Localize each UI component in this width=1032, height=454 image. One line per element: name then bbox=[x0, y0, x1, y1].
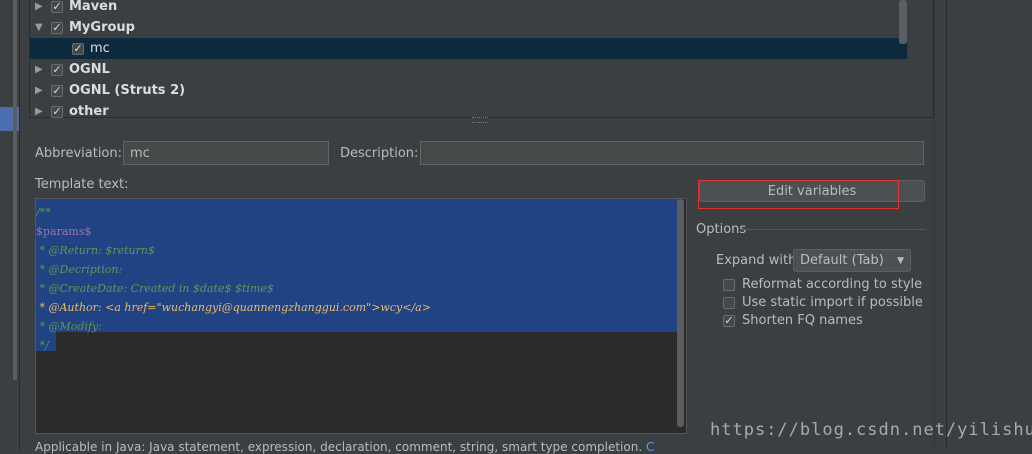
abbreviation-input[interactable] bbox=[123, 141, 329, 165]
code-line-7: * @Modify: bbox=[36, 320, 102, 333]
tree-checkbox-mygroup[interactable]: ✓ bbox=[51, 21, 63, 34]
tree-item-label: OGNL bbox=[69, 62, 110, 77]
tree-item-mc[interactable]: ✓ mc bbox=[30, 38, 907, 59]
template-text-editor[interactable]: /** $params$ * @Return: $return$ * @Decri… bbox=[35, 198, 687, 434]
shorten-fq-label: Shorten FQ names bbox=[742, 313, 863, 328]
tree-checkbox-ognl-struts2[interactable]: ✓ bbox=[51, 84, 63, 97]
left-tool-strip bbox=[0, 0, 20, 450]
left-strip-scrollbar[interactable] bbox=[13, 0, 17, 380]
panel-divider bbox=[946, 0, 947, 450]
tree-item-ognl[interactable]: ▶ ✓ OGNL bbox=[30, 59, 907, 80]
code-line-6: * @Author: <a href="wuchangyi@quannengzh… bbox=[36, 301, 431, 314]
template-text-label: Template text: bbox=[35, 177, 129, 192]
code-line-3: * @Return: $return$ bbox=[36, 244, 155, 257]
tree-checkbox-mc[interactable]: ✓ bbox=[72, 42, 84, 55]
reformat-option[interactable]: Reformat according to style bbox=[723, 277, 922, 292]
code-line-8: */ bbox=[36, 339, 49, 352]
static-import-checkbox[interactable] bbox=[723, 296, 735, 309]
splitter-grip-icon[interactable] bbox=[472, 117, 488, 123]
description-input[interactable] bbox=[420, 141, 924, 165]
tree-item-label: other bbox=[69, 104, 109, 119]
expand-arrow-icon[interactable]: ▶ bbox=[35, 64, 45, 75]
expand-arrow-icon[interactable]: ▶ bbox=[35, 106, 45, 117]
abbreviation-label: Abbreviation: bbox=[35, 146, 123, 161]
chevron-down-icon: ▼ bbox=[897, 255, 904, 266]
expand-with-value: Default (Tab) bbox=[800, 253, 884, 268]
applicable-contexts: Applicable in Java: Java statement, expr… bbox=[35, 440, 655, 454]
description-label: Description: bbox=[340, 146, 419, 161]
options-separator bbox=[742, 229, 926, 230]
tree-checkbox-maven[interactable]: ✓ bbox=[51, 0, 63, 13]
code-line-2: $params$ bbox=[36, 225, 92, 238]
reformat-checkbox[interactable] bbox=[723, 278, 735, 291]
collapse-arrow-icon[interactable]: ▼ bbox=[35, 22, 45, 33]
code-line-1: /** bbox=[36, 206, 51, 219]
expand-with-select[interactable]: Default (Tab) ▼ bbox=[793, 249, 911, 272]
tree-checkbox-other[interactable]: ✓ bbox=[51, 105, 63, 118]
tree-scrollbar[interactable] bbox=[899, 0, 907, 44]
shorten-fq-option[interactable]: ✓ Shorten FQ names bbox=[723, 313, 863, 328]
edit-variables-button[interactable]: Edit variables bbox=[699, 180, 925, 202]
tree-item-other[interactable]: ▶ ✓ other bbox=[30, 101, 907, 122]
code-line-4: * @Decription: bbox=[36, 263, 123, 276]
applicable-text: Applicable in Java: Java statement, expr… bbox=[35, 440, 643, 454]
panel-divider bbox=[934, 0, 935, 450]
tree-item-ognl-struts2[interactable]: ▶ ✓ OGNL (Struts 2) bbox=[30, 80, 907, 101]
change-link[interactable]: Change bbox=[646, 440, 655, 454]
tree-item-label: mc bbox=[90, 41, 110, 56]
tree-item-label: MyGroup bbox=[69, 20, 135, 35]
reformat-label: Reformat according to style bbox=[742, 277, 923, 292]
code-line-5: * @CreateDate: Created in $date$ $time$ bbox=[36, 282, 274, 295]
expand-arrow-icon[interactable]: ▶ bbox=[35, 1, 45, 12]
options-title: Options bbox=[696, 222, 747, 237]
tree-item-maven[interactable]: ▶ ✓ Maven bbox=[30, 0, 907, 17]
template-group-tree: ▶ ✓ Maven ▼ ✓ MyGroup ✓ mc ▶ ✓ OGNL ▶ ✓ … bbox=[29, 0, 934, 119]
tree-item-label: OGNL (Struts 2) bbox=[69, 83, 186, 98]
tree-item-label: Maven bbox=[69, 0, 118, 14]
editor-scrollbar[interactable] bbox=[677, 199, 684, 427]
shorten-fq-checkbox[interactable]: ✓ bbox=[723, 314, 735, 327]
watermark: https://blog.csdn.net/yilishuku bbox=[710, 420, 1032, 440]
template-code: /** $params$ * @Return: $return$ * @Decri… bbox=[36, 203, 431, 355]
static-import-option[interactable]: Use static import if possible bbox=[723, 295, 923, 310]
static-import-label: Use static import if possible bbox=[742, 295, 923, 310]
expand-arrow-icon[interactable]: ▶ bbox=[35, 85, 45, 96]
expand-with-label: Expand with bbox=[716, 253, 797, 268]
tree-item-mygroup[interactable]: ▼ ✓ MyGroup bbox=[30, 17, 907, 38]
tree-checkbox-ognl[interactable]: ✓ bbox=[51, 63, 63, 76]
